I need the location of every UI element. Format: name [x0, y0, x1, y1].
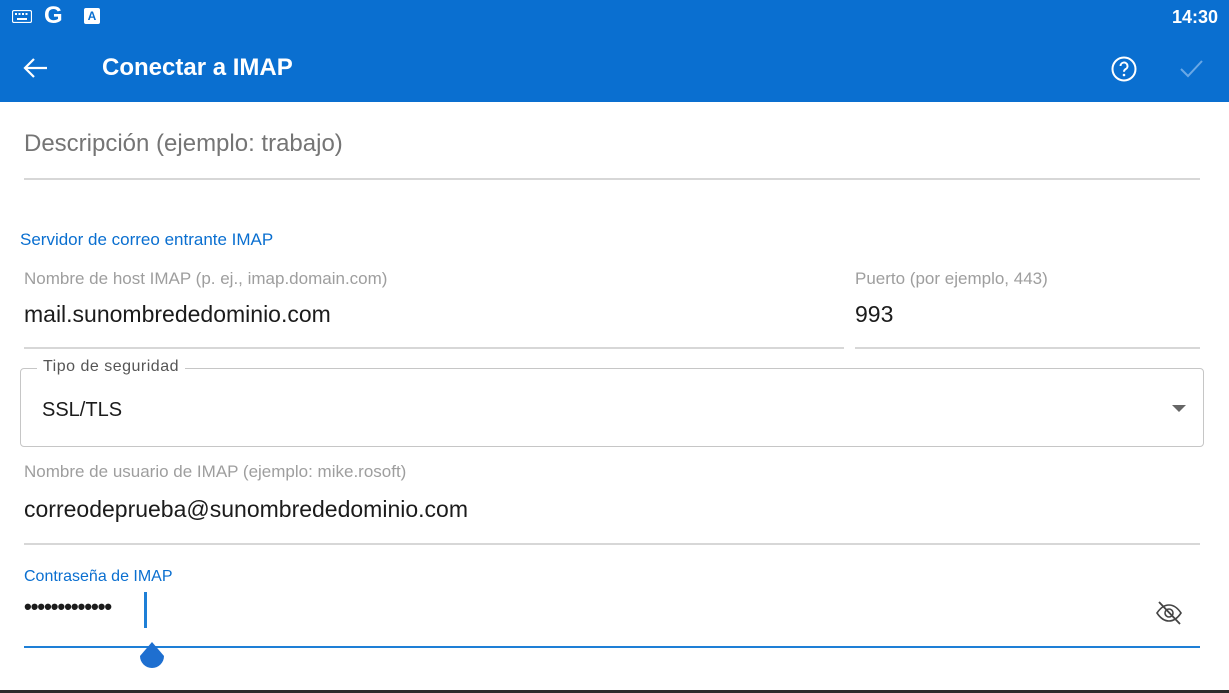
security-type-value: SSL/TLS [42, 399, 123, 421]
description-input[interactable] [24, 130, 1124, 158]
port-field[interactable]: Puerto (por ejemplo, 443) 993 [855, 263, 1200, 349]
password-field[interactable]: Contraseña de IMAP ••••••••••••• [24, 560, 1200, 648]
status-bar: G A 14:30 [0, 0, 1229, 34]
description-field[interactable] [24, 112, 1200, 180]
text-selection-handle[interactable] [138, 642, 166, 676]
help-icon [1111, 56, 1137, 82]
back-arrow-icon [23, 58, 47, 78]
incoming-server-heading: Servidor de correo entrante IMAP [20, 230, 274, 249]
toggle-password-visibility-button[interactable] [1154, 598, 1184, 628]
imap-host-field[interactable]: Nombre de host IMAP (p. ej., imap.domain… [24, 263, 844, 349]
back-button[interactable] [20, 52, 52, 84]
eye-off-icon [1156, 601, 1182, 625]
confirm-button[interactable] [1176, 56, 1206, 82]
imap-host-label: Nombre de host IMAP (p. ej., imap.domain… [24, 269, 388, 288]
page-title: Conectar a IMAP [102, 54, 293, 81]
translate-a-icon: A [84, 8, 100, 24]
check-icon [1180, 60, 1203, 78]
status-clock: 14:30 [1171, 7, 1218, 27]
security-type-label: Tipo de seguridad [37, 358, 185, 376]
google-g-icon: G [44, 2, 63, 29]
port-value[interactable]: 993 [855, 301, 893, 328]
username-field[interactable]: Nombre de usuario de IMAP (ejemplo: mike… [24, 456, 1200, 545]
dropdown-arrow-icon[interactable] [1172, 405, 1186, 412]
text-cursor [144, 592, 147, 628]
username-value[interactable]: correodeprueba@sunombrededominio.com [24, 496, 468, 523]
keyboard-icon [12, 10, 32, 23]
port-label: Puerto (por ejemplo, 443) [855, 269, 1048, 288]
password-label: Contraseña de IMAP [24, 568, 173, 585]
security-type-select[interactable]: Tipo de seguridad SSL/TLS [20, 358, 1204, 447]
imap-host-value[interactable]: mail.sunombrededominio.com [24, 301, 331, 328]
app-bar: Conectar a IMAP [0, 34, 1229, 102]
password-value[interactable]: ••••••••••••• [24, 594, 112, 620]
username-label: Nombre de usuario de IMAP (ejemplo: mike… [24, 462, 407, 481]
help-button[interactable] [1111, 56, 1137, 82]
